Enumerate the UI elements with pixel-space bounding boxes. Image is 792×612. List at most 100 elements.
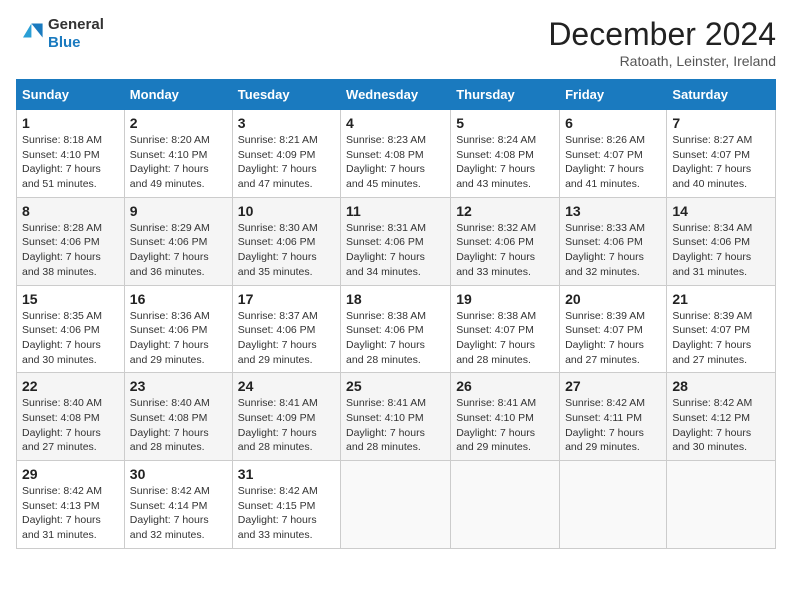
logo-icon [16, 20, 44, 48]
day-info: Sunrise: 8:42 AMSunset: 4:14 PMDaylight:… [130, 484, 227, 543]
calendar-cell: 22 Sunrise: 8:40 AMSunset: 4:08 PMDayligh… [17, 373, 125, 461]
month-title: December 2024 [548, 16, 776, 53]
calendar-week-row: 1 Sunrise: 8:18 AMSunset: 4:10 PMDaylight… [17, 110, 776, 198]
calendar-cell: 29 Sunrise: 8:42 AMSunset: 4:13 PMDayligh… [17, 461, 125, 549]
day-number: 8 [22, 203, 119, 219]
day-number: 17 [238, 291, 335, 307]
day-number: 20 [565, 291, 661, 307]
day-info: Sunrise: 8:42 AMSunset: 4:12 PMDaylight:… [672, 396, 770, 455]
day-number: 7 [672, 115, 770, 131]
day-number: 31 [238, 466, 335, 482]
day-info: Sunrise: 8:33 AMSunset: 4:06 PMDaylight:… [565, 221, 661, 280]
day-info: Sunrise: 8:29 AMSunset: 4:06 PMDaylight:… [130, 221, 227, 280]
day-number: 3 [238, 115, 335, 131]
calendar-cell: 24Sunrise: 8:41 AMSunset: 4:09 PMDayligh… [232, 373, 340, 461]
calendar-cell: 8Sunrise: 8:28 AMSunset: 4:06 PMDaylight… [17, 197, 125, 285]
day-number: 29 [22, 466, 119, 482]
calendar-cell: 11 Sunrise: 8:31 AMSunset: 4:06 PMDayligh… [341, 197, 451, 285]
day-info: Sunrise: 8:27 AMSunset: 4:07 PMDaylight:… [672, 133, 770, 192]
day-of-week-header: Wednesday [341, 80, 451, 110]
calendar-cell: 3Sunrise: 8:21 AMSunset: 4:09 PMDaylight… [232, 110, 340, 198]
day-number: 9 [130, 203, 227, 219]
logo-line2: Blue [48, 34, 104, 52]
day-of-week-header: Friday [560, 80, 667, 110]
calendar-table: SundayMondayTuesdayWednesdayThursdayFrid… [16, 79, 776, 549]
day-number: 11 [346, 203, 445, 219]
day-number: 14 [672, 203, 770, 219]
day-number: 28 [672, 378, 770, 394]
day-info: Sunrise: 8:42 AMSunset: 4:13 PMDaylight:… [22, 484, 119, 543]
calendar-cell: 12 Sunrise: 8:32 AMSunset: 4:06 PMDayligh… [451, 197, 560, 285]
day-number: 22 [22, 378, 119, 394]
day-info: Sunrise: 8:23 AMSunset: 4:08 PMDaylight:… [346, 133, 445, 192]
calendar-cell: 4 Sunrise: 8:23 AMSunset: 4:08 PMDaylight… [341, 110, 451, 198]
day-number: 6 [565, 115, 661, 131]
day-info: Sunrise: 8:31 AMSunset: 4:06 PMDaylight:… [346, 221, 445, 280]
day-number: 15 [22, 291, 119, 307]
calendar-cell: 20 Sunrise: 8:39 AMSunset: 4:07 PMDayligh… [560, 285, 667, 373]
day-info: Sunrise: 8:41 AMSunset: 4:10 PMDaylight:… [346, 396, 445, 455]
calendar-header-row: SundayMondayTuesdayWednesdayThursdayFrid… [17, 80, 776, 110]
day-info: Sunrise: 8:38 AMSunset: 4:06 PMDaylight:… [346, 309, 445, 368]
day-info: Sunrise: 8:26 AMSunset: 4:07 PMDaylight:… [565, 133, 661, 192]
calendar-cell: 19 Sunrise: 8:38 AMSunset: 4:07 PMDayligh… [451, 285, 560, 373]
calendar-cell [341, 461, 451, 549]
day-of-week-header: Saturday [667, 80, 776, 110]
calendar-cell: 6 Sunrise: 8:26 AMSunset: 4:07 PMDaylight… [560, 110, 667, 198]
calendar-cell: 16Sunrise: 8:36 AMSunset: 4:06 PMDayligh… [124, 285, 232, 373]
day-number: 2 [130, 115, 227, 131]
day-number: 23 [130, 378, 227, 394]
day-number: 5 [456, 115, 554, 131]
day-info: Sunrise: 8:39 AMSunset: 4:07 PMDaylight:… [672, 309, 770, 368]
calendar-week-row: 8Sunrise: 8:28 AMSunset: 4:06 PMDaylight… [17, 197, 776, 285]
day-info: Sunrise: 8:39 AMSunset: 4:07 PMDaylight:… [565, 309, 661, 368]
day-info: Sunrise: 8:37 AMSunset: 4:06 PMDaylight:… [238, 309, 335, 368]
day-info: Sunrise: 8:38 AMSunset: 4:07 PMDaylight:… [456, 309, 554, 368]
day-number: 19 [456, 291, 554, 307]
day-of-week-header: Monday [124, 80, 232, 110]
page-header: General Blue December 2024 Ratoath, Lein… [16, 16, 776, 69]
calendar-week-row: 29 Sunrise: 8:42 AMSunset: 4:13 PMDayligh… [17, 461, 776, 549]
day-of-week-header: Thursday [451, 80, 560, 110]
day-number: 1 [22, 115, 119, 131]
calendar-cell: 10 Sunrise: 8:30 AMSunset: 4:06 PMDayligh… [232, 197, 340, 285]
calendar-cell: 21Sunrise: 8:39 AMSunset: 4:07 PMDayligh… [667, 285, 776, 373]
day-info: Sunrise: 8:35 AMSunset: 4:06 PMDaylight:… [22, 309, 119, 368]
logo-line1: General [48, 16, 104, 34]
day-info: Sunrise: 8:40 AMSunset: 4:08 PMDaylight:… [130, 396, 227, 455]
calendar-week-row: 22 Sunrise: 8:40 AMSunset: 4:08 PMDayligh… [17, 373, 776, 461]
day-info: Sunrise: 8:32 AMSunset: 4:06 PMDaylight:… [456, 221, 554, 280]
calendar-cell: 25Sunrise: 8:41 AMSunset: 4:10 PMDayligh… [341, 373, 451, 461]
calendar-cell: 17 Sunrise: 8:37 AMSunset: 4:06 PMDayligh… [232, 285, 340, 373]
location-subtitle: Ratoath, Leinster, Ireland [548, 53, 776, 69]
calendar-cell: 14Sunrise: 8:34 AMSunset: 4:06 PMDayligh… [667, 197, 776, 285]
logo: General Blue [16, 16, 104, 52]
day-number: 10 [238, 203, 335, 219]
calendar-cell: 30 Sunrise: 8:42 AMSunset: 4:14 PMDayligh… [124, 461, 232, 549]
calendar-cell: 5 Sunrise: 8:24 AMSunset: 4:08 PMDaylight… [451, 110, 560, 198]
calendar-cell: 31Sunrise: 8:42 AMSunset: 4:15 PMDayligh… [232, 461, 340, 549]
day-number: 12 [456, 203, 554, 219]
calendar-cell: 13 Sunrise: 8:33 AMSunset: 4:06 PMDayligh… [560, 197, 667, 285]
calendar-week-row: 15 Sunrise: 8:35 AMSunset: 4:06 PMDayligh… [17, 285, 776, 373]
day-info: Sunrise: 8:24 AMSunset: 4:08 PMDaylight:… [456, 133, 554, 192]
day-info: Sunrise: 8:20 AMSunset: 4:10 PMDaylight:… [130, 133, 227, 192]
day-number: 13 [565, 203, 661, 219]
calendar-cell: 27Sunrise: 8:42 AMSunset: 4:11 PMDayligh… [560, 373, 667, 461]
day-number: 4 [346, 115, 445, 131]
day-info: Sunrise: 8:18 AMSunset: 4:10 PMDaylight:… [22, 133, 119, 192]
day-number: 30 [130, 466, 227, 482]
day-info: Sunrise: 8:41 AMSunset: 4:09 PMDaylight:… [238, 396, 335, 455]
day-info: Sunrise: 8:30 AMSunset: 4:06 PMDaylight:… [238, 221, 335, 280]
day-of-week-header: Tuesday [232, 80, 340, 110]
calendar-cell: 7 Sunrise: 8:27 AMSunset: 4:07 PMDaylight… [667, 110, 776, 198]
calendar-cell [560, 461, 667, 549]
day-number: 26 [456, 378, 554, 394]
calendar-cell [667, 461, 776, 549]
day-info: Sunrise: 8:40 AMSunset: 4:08 PMDaylight:… [22, 396, 119, 455]
calendar-cell: 15 Sunrise: 8:35 AMSunset: 4:06 PMDayligh… [17, 285, 125, 373]
logo-text: General Blue [48, 16, 104, 52]
day-number: 18 [346, 291, 445, 307]
calendar-cell: 2 Sunrise: 8:20 AMSunset: 4:10 PMDaylight… [124, 110, 232, 198]
title-block: December 2024 Ratoath, Leinster, Ireland [548, 16, 776, 69]
